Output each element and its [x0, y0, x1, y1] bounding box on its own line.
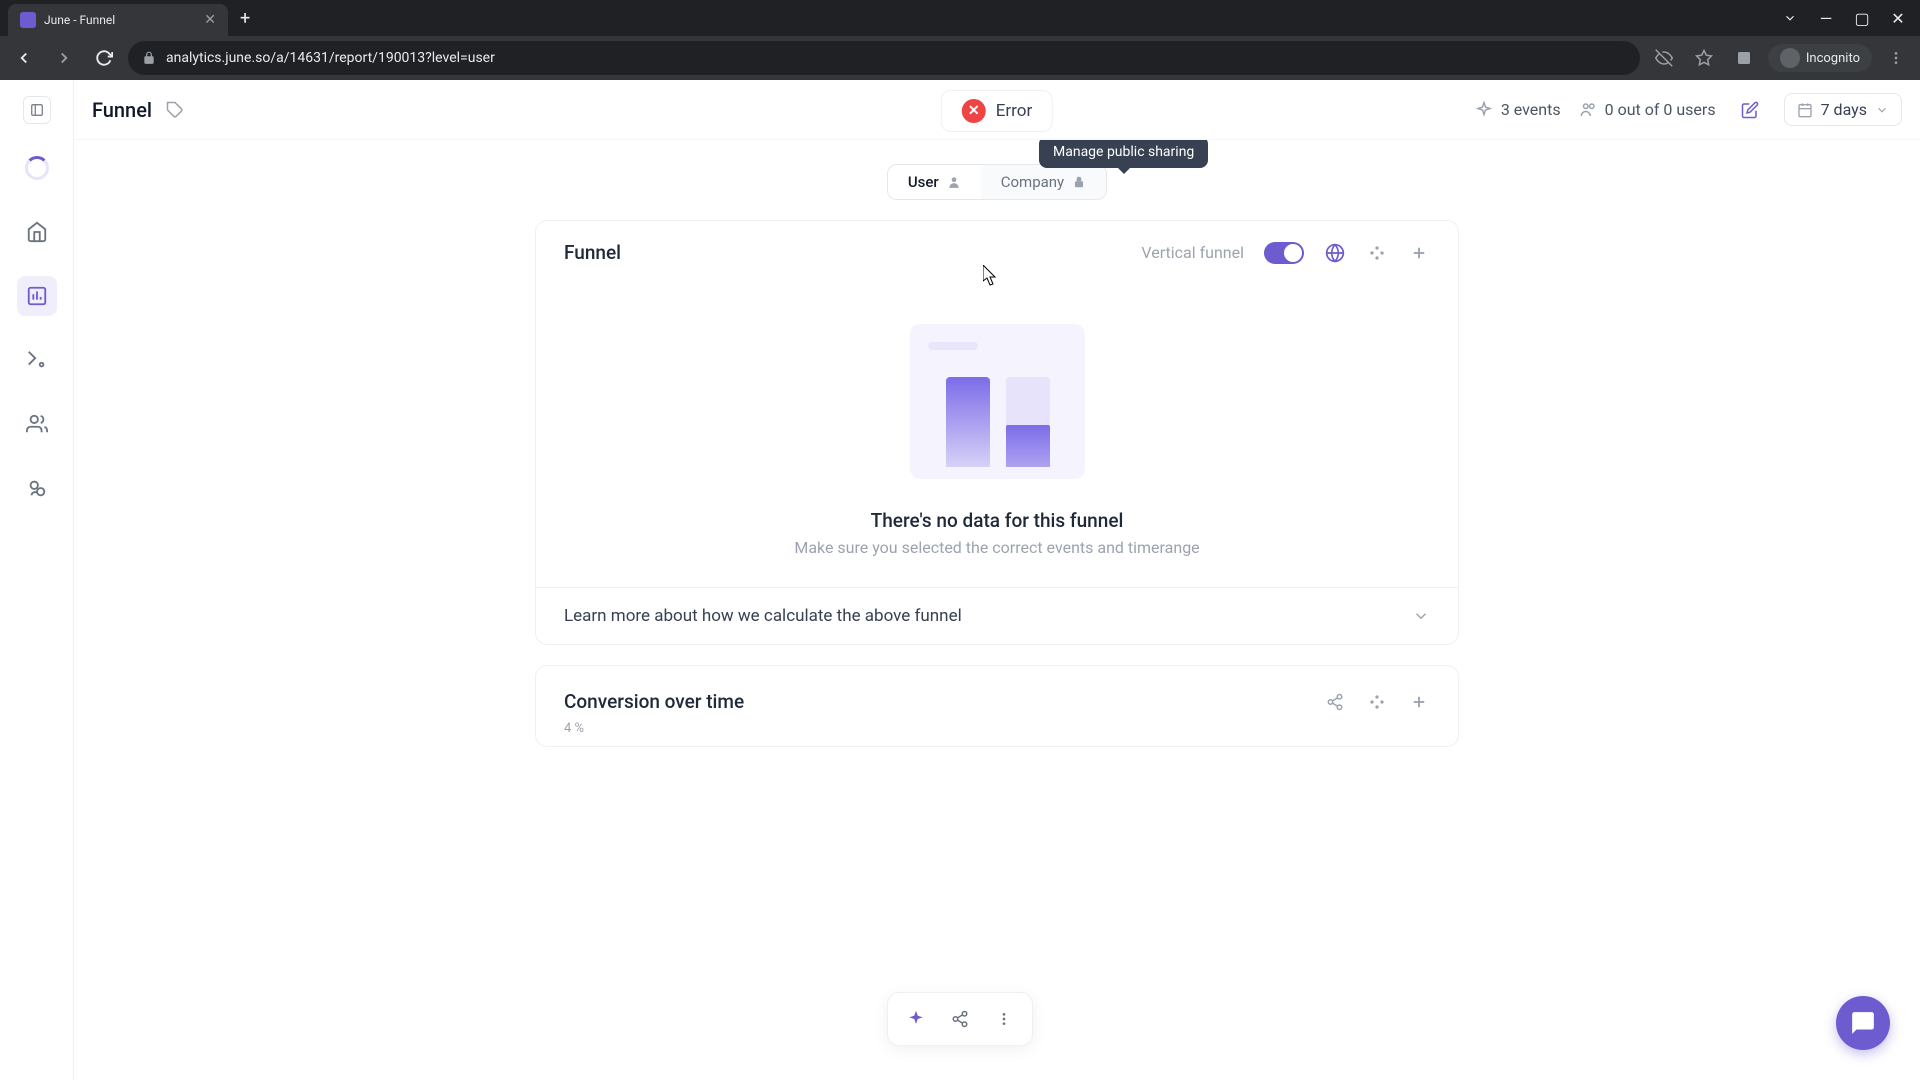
main-scroll[interactable]: User Company Manage public sharing Funne… — [74, 140, 1920, 1080]
users-count[interactable]: 0 out of 0 users — [1579, 100, 1716, 119]
url-field[interactable]: analytics.june.so/a/14631/report/190013?… — [128, 41, 1640, 75]
minimize-button[interactable]: — — [1812, 4, 1840, 32]
tag-icon[interactable] — [166, 101, 184, 119]
empty-title: There's no data for this funnel — [871, 509, 1124, 532]
sidebar-item-reports[interactable] — [17, 276, 57, 316]
bookmark-star-icon[interactable] — [1688, 42, 1720, 74]
conversion-over-time-card: Conversion over time 4 % — [535, 665, 1459, 747]
tab-dropdown-icon[interactable] — [1776, 4, 1804, 32]
app-root: Funnel ✕ Error 3 events 0 out of 0 users — [0, 80, 1920, 1080]
sidebar-item-users[interactable] — [17, 404, 57, 444]
address-bar: analytics.june.so/a/14631/report/190013?… — [0, 36, 1920, 80]
sidebar-collapse-button[interactable] — [23, 96, 51, 124]
funnel-card-title: Funnel — [564, 241, 621, 264]
more-button[interactable] — [986, 1001, 1022, 1037]
slack-icon[interactable] — [1366, 691, 1388, 713]
favicon — [20, 12, 36, 28]
ai-sparkle-button[interactable] — [898, 1001, 934, 1037]
page-title: Funnel — [92, 98, 152, 122]
forward-button[interactable] — [48, 42, 80, 74]
close-tab-icon[interactable]: ✕ — [204, 12, 216, 28]
extensions-icon[interactable] — [1728, 42, 1760, 74]
segment-company[interactable]: Company — [981, 165, 1106, 199]
funnel-card: Funnel Vertical funnel — [535, 220, 1459, 645]
share-icon[interactable] — [1324, 691, 1346, 713]
sidebar-item-loading[interactable] — [17, 148, 57, 188]
spinner-icon — [25, 156, 49, 180]
browser-tab[interactable]: June - Funnel ✕ — [8, 4, 228, 36]
error-label: Error — [996, 101, 1032, 121]
sparkle-icon — [1475, 101, 1493, 119]
empty-subtitle: Make sure you selected the correct event… — [794, 538, 1199, 557]
intercom-chat-button[interactable] — [1836, 996, 1890, 1050]
window-controls: — ▢ ✕ — [1776, 4, 1912, 32]
learn-more-text: Learn more about how we calculate the ab… — [564, 606, 962, 626]
vertical-funnel-label: Vertical funnel — [1141, 243, 1244, 262]
segment-user[interactable]: User — [888, 165, 981, 199]
chevron-down-icon — [1875, 103, 1889, 117]
sidebar-item-events[interactable] — [17, 340, 57, 380]
incognito-label: Incognito — [1806, 51, 1860, 66]
tab-title: June - Funnel — [44, 13, 196, 27]
sidebar-item-home[interactable] — [17, 212, 57, 252]
close-window-button[interactable]: ✕ — [1884, 4, 1912, 32]
segment-control: User Company — [74, 164, 1920, 200]
add-icon[interactable] — [1408, 242, 1430, 264]
users-icon — [1579, 101, 1597, 119]
tooltip-manage-sharing: Manage public sharing — [1039, 140, 1208, 168]
calendar-icon — [1797, 102, 1813, 118]
incognito-badge[interactable]: Incognito — [1768, 44, 1872, 72]
lock-icon — [1072, 175, 1086, 189]
maximize-button[interactable]: ▢ — [1848, 4, 1876, 32]
chevron-down-icon — [1412, 607, 1430, 625]
empty-state: There's no data for this funnel Make sur… — [536, 284, 1458, 587]
empty-illustration — [910, 324, 1085, 479]
globe-icon[interactable] — [1324, 242, 1346, 264]
url-text: analytics.june.so/a/14631/report/190013?… — [166, 50, 495, 66]
edit-button[interactable] — [1734, 94, 1766, 126]
sidebar — [0, 80, 74, 1080]
cot-axis-label: 4 % — [536, 721, 1458, 746]
events-count[interactable]: 3 events — [1475, 100, 1561, 119]
chat-icon — [1850, 1010, 1876, 1036]
tab-bar: June - Funnel ✕ + — ▢ ✕ — [0, 0, 1920, 36]
learn-more-row[interactable]: Learn more about how we calculate the ab… — [536, 587, 1458, 644]
error-pill[interactable]: ✕ Error — [941, 90, 1053, 132]
content: Funnel ✕ Error 3 events 0 out of 0 users — [74, 80, 1920, 1080]
slack-icon[interactable] — [1366, 242, 1388, 264]
browser-menu-icon[interactable] — [1880, 42, 1912, 74]
cot-title: Conversion over time — [564, 690, 744, 713]
topbar: Funnel ✕ Error 3 events 0 out of 0 users — [74, 80, 1920, 140]
error-icon: ✕ — [962, 99, 986, 123]
floating-toolbar — [887, 992, 1033, 1046]
new-tab-button[interactable]: + — [240, 8, 250, 29]
share-button[interactable] — [942, 1001, 978, 1037]
incognito-icon — [1780, 48, 1800, 68]
sidebar-item-companies[interactable] — [17, 468, 57, 508]
add-icon[interactable] — [1408, 691, 1430, 713]
browser-chrome: June - Funnel ✕ + — ▢ ✕ analytics.june.s… — [0, 0, 1920, 80]
back-button[interactable] — [8, 42, 40, 74]
vertical-funnel-toggle[interactable] — [1264, 242, 1304, 264]
user-icon — [947, 175, 961, 189]
eye-off-icon[interactable] — [1648, 42, 1680, 74]
reload-button[interactable] — [88, 42, 120, 74]
date-range-picker[interactable]: 7 days — [1784, 93, 1902, 126]
lock-icon — [142, 51, 156, 65]
